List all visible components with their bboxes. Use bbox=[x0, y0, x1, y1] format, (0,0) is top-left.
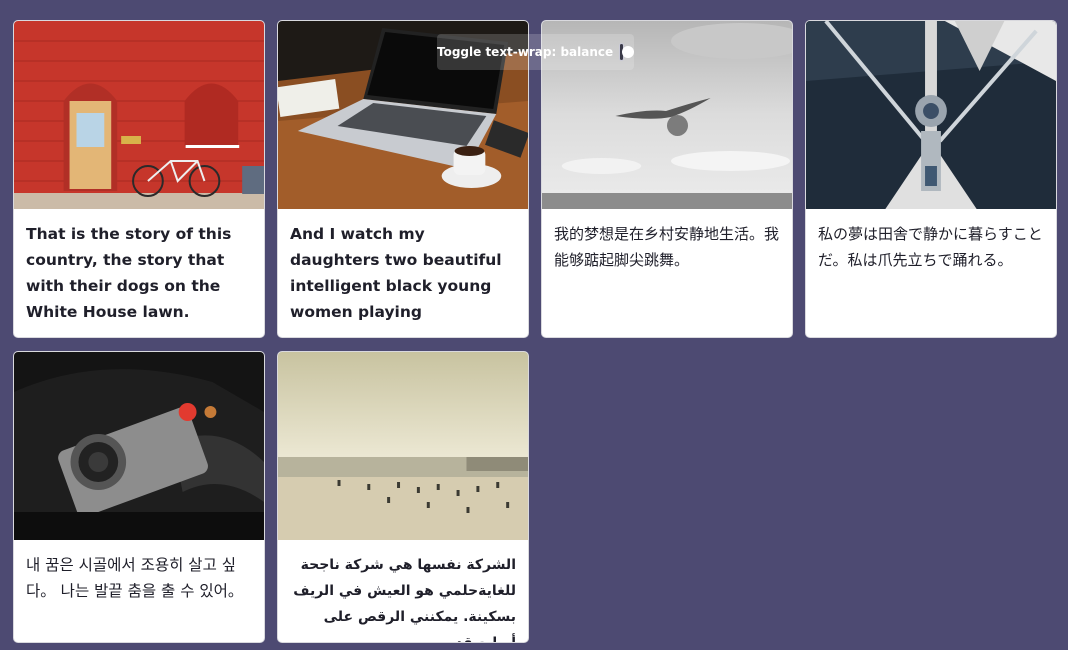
card-grid: That is the story of this country, the s… bbox=[13, 20, 1057, 644]
toggle-knob bbox=[622, 46, 635, 58]
card: الشركة نفسها هي شركة ناجحة للغايةحلمي هو… bbox=[277, 351, 529, 643]
toggle-label: Toggle text-wrap: balance bbox=[437, 45, 614, 59]
card-image-camera bbox=[14, 352, 264, 540]
card-image-sailboat bbox=[806, 21, 1056, 209]
card-text: 私の夢は田舎で静かに暮らすことだ。私は爪先立ちで踊れる。 bbox=[818, 225, 1043, 269]
card: That is the story of this country, the s… bbox=[13, 20, 265, 338]
card-text: That is the story of this country, the s… bbox=[26, 225, 232, 321]
card-text: 내 꿈은 시골에서 조용히 살고 싶다。 나는 발끝 춤을 출 수 있어。 bbox=[26, 556, 244, 600]
card-image-beach bbox=[278, 352, 528, 540]
card: 私の夢は田舎で静かに暮らすことだ。私は爪先立ちで踊れる。 bbox=[805, 20, 1057, 338]
cursor-indicator-icon bbox=[667, 115, 688, 136]
text-wrap-toggle-switch[interactable] bbox=[619, 43, 635, 61]
card-text: 我的梦想是在乡村安静地生活。我能够踮起脚尖跳舞。 bbox=[554, 225, 780, 269]
card-image-red-building bbox=[14, 21, 264, 209]
text-wrap-toggle-panel: Toggle text-wrap: balance bbox=[437, 34, 635, 70]
card: 내 꿈은 시골에서 조용히 살고 싶다。 나는 발끝 춤을 출 수 있어。 bbox=[13, 351, 265, 643]
card-text: And I watch my daughters two beautiful i… bbox=[290, 225, 502, 321]
card-text: الشركة نفسها هي شركة ناجحة للغايةحلمي هو… bbox=[293, 557, 516, 643]
